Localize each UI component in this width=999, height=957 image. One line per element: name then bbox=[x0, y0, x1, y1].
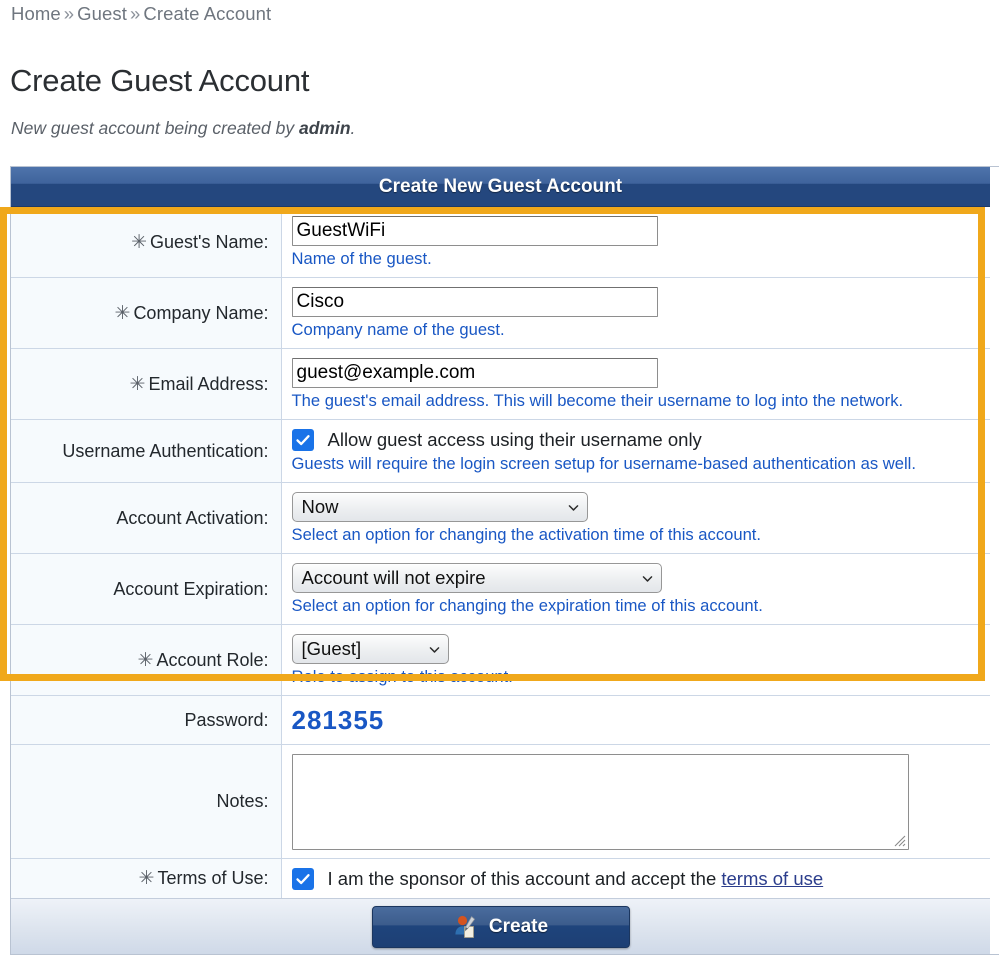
breadcrumb-separator: » bbox=[63, 3, 75, 24]
label-password-text: Password: bbox=[184, 709, 269, 730]
hint-account-activation: Select an option for changing the activa… bbox=[291, 525, 762, 544]
field-terms-of-use: I am the sponsor of this account and acc… bbox=[281, 858, 991, 898]
panel-header: Create New Guest Account bbox=[11, 167, 990, 207]
label-email-address-text: Email Address: bbox=[148, 373, 269, 394]
guest-name-input[interactable] bbox=[291, 216, 658, 246]
required-asterisk-icon: ✳ bbox=[114, 302, 131, 324]
label-password: Password: bbox=[11, 695, 282, 745]
terms-of-use-statement: I am the sponsor of this account and acc… bbox=[327, 868, 722, 889]
breadcrumb-item-create-account: Create Account bbox=[143, 3, 272, 24]
form-row-email-address: ✳Email Address: The guest's email addres… bbox=[11, 348, 990, 420]
label-company-name: ✳ Company Name: bbox=[11, 277, 282, 349]
account-expiration-selected-value: Account will not expire bbox=[301, 567, 486, 588]
terms-of-use-text: I am the sponsor of this account and acc… bbox=[328, 868, 824, 890]
label-account-role-text: Account Role: bbox=[156, 649, 269, 670]
form-row-password: Password: 281355 bbox=[11, 695, 990, 745]
label-username-authentication: Username Authentication: bbox=[11, 419, 282, 483]
label-guest-name: ✳ Guest's Name: bbox=[11, 207, 282, 278]
panel-header-title: Create New Guest Account bbox=[378, 175, 623, 197]
label-username-authentication-text: Username Authentication: bbox=[62, 440, 269, 461]
form-row-notes: Notes: bbox=[11, 744, 990, 859]
hint-account-role: Role to assign to this account. bbox=[291, 667, 513, 686]
account-activation-selected-value: Now bbox=[301, 496, 339, 517]
label-email-address: ✳ Email Address: bbox=[11, 348, 282, 420]
hint-company-name: Company name of the guest. bbox=[291, 320, 505, 339]
chevron-down-icon bbox=[568, 504, 578, 511]
chevron-down-icon bbox=[642, 575, 652, 582]
field-account-role: [Guest] Role to assign to this account. bbox=[281, 624, 990, 696]
field-account-activation: Now Select an option for changing the ac… bbox=[281, 482, 990, 554]
account-role-select[interactable]: [Guest] bbox=[291, 634, 449, 664]
subtitle-prefix: New guest account being created by bbox=[11, 118, 299, 138]
hint-guest-name: Name of the guest. bbox=[291, 249, 432, 268]
subtitle-actor: admin bbox=[298, 118, 351, 138]
username-authentication-checkbox-label[interactable]: Allow guest access using their username … bbox=[328, 429, 702, 451]
label-notes-text: Notes: bbox=[216, 791, 269, 811]
resize-grip-icon[interactable] bbox=[892, 833, 906, 847]
label-account-role: ✳ Account Role: bbox=[11, 624, 282, 696]
required-asterisk-icon: ✳ bbox=[131, 231, 148, 253]
field-account-expiration: Account will not expire Select an option… bbox=[281, 553, 990, 625]
field-notes bbox=[281, 744, 990, 859]
hint-email-address: The guest's email address. This will bec… bbox=[291, 391, 904, 410]
form-row-account-expiration: Account Expiration: Account will not exp… bbox=[11, 553, 990, 625]
label-account-expiration-text: Account Expiration: bbox=[113, 578, 269, 599]
hint-username-authentication: Guests will require the login screen set… bbox=[291, 454, 916, 473]
panel-footer: Create bbox=[11, 898, 990, 954]
label-account-activation-text: Account Activation: bbox=[116, 507, 269, 528]
breadcrumb-separator: » bbox=[130, 3, 141, 24]
chevron-down-icon bbox=[429, 646, 439, 653]
form-row-username-authentication: Username Authentication: Allow guest acc… bbox=[11, 419, 991, 483]
label-account-activation: Account Activation: bbox=[11, 482, 282, 554]
label-account-expiration: Account Expiration: bbox=[11, 553, 282, 625]
required-asterisk-icon: ✳ bbox=[137, 649, 154, 671]
create-button[interactable]: Create bbox=[371, 905, 630, 948]
password-value: 281355 bbox=[291, 705, 385, 735]
breadcrumb-item-home[interactable]: Home bbox=[11, 3, 61, 24]
field-username-authentication: Allow guest access using their username … bbox=[281, 419, 991, 483]
username-authentication-checkbox[interactable] bbox=[291, 429, 314, 451]
form-row-guest-name: ✳Guest's Name: Name of the guest. bbox=[11, 207, 990, 278]
account-role-selected-value: [Guest] bbox=[301, 638, 362, 659]
label-terms-of-use-text: Terms of Use: bbox=[157, 868, 269, 888]
notes-textarea[interactable] bbox=[291, 754, 909, 850]
field-password: 281355 bbox=[281, 695, 990, 745]
create-guest-account-panel: Create New Guest Account ✳ Guest's Name: … bbox=[10, 166, 999, 955]
create-button-label: Create bbox=[488, 915, 549, 937]
form-row-terms-of-use: ✳ Terms of Use: I am the sponsor of this … bbox=[11, 858, 991, 898]
page-root: Home» Guest» Create Account Create Guest A… bbox=[0, 0, 999, 957]
account-activation-select[interactable]: Now bbox=[291, 492, 588, 522]
subtitle-suffix: . bbox=[350, 118, 356, 138]
create-user-icon bbox=[455, 915, 475, 938]
account-expiration-select[interactable]: Account will not expire bbox=[291, 563, 662, 593]
field-email-address: The guest's email address. This will bec… bbox=[281, 348, 990, 420]
label-notes: Notes: bbox=[11, 744, 282, 859]
required-asterisk-icon: ✳ bbox=[138, 868, 155, 889]
terms-of-use-checkbox-row: I am the sponsor of this account and acc… bbox=[291, 868, 991, 890]
label-guest-name-text: Guest's Name: bbox=[150, 231, 269, 252]
username-authentication-checkbox-row: Allow guest access using their username … bbox=[291, 429, 991, 451]
guest-account-form: ✳Guest's Name: Name of the guest. ✳Compa… bbox=[11, 207, 990, 898]
page-subtitle: New guest account being created by admin… bbox=[11, 118, 355, 139]
field-guest-name: Name of the guest. bbox=[281, 207, 990, 278]
label-terms-of-use: ✳ Terms of Use: bbox=[11, 858, 282, 898]
label-company-name-text: Company Name: bbox=[133, 302, 269, 323]
terms-of-use-link[interactable]: terms of use bbox=[721, 868, 823, 889]
email-address-input[interactable] bbox=[291, 358, 658, 388]
breadcrumb-item-guest[interactable]: Guest bbox=[77, 3, 127, 24]
company-name-input[interactable] bbox=[291, 287, 658, 317]
breadcrumb: Home» Guest» Create Account bbox=[11, 3, 271, 25]
form-row-company-name: ✳Company Name: Company name of the guest… bbox=[11, 277, 990, 349]
page-title: Create Guest Account bbox=[10, 62, 310, 98]
form-row-account-activation: Account Activation: Now Select an option… bbox=[11, 482, 990, 554]
form-row-account-role: ✳ Account Role: [Guest] Role to assign to… bbox=[11, 624, 990, 696]
terms-of-use-checkbox[interactable] bbox=[291, 868, 314, 890]
required-asterisk-icon: ✳ bbox=[129, 373, 146, 395]
hint-account-expiration: Select an option for changing the expira… bbox=[291, 596, 763, 615]
field-company-name: Company name of the guest. bbox=[281, 277, 990, 349]
